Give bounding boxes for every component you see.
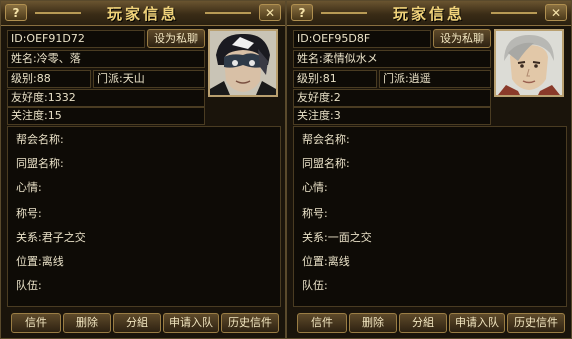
apply-team-button[interactable]: 申请入队 (449, 313, 505, 333)
player-info-window-left: ? 玩家信息 ✕ ID:OEF91D72 设为私聊 姓名:冷零、落 级别:88 … (0, 0, 286, 339)
mood-label: 心情: (302, 181, 328, 194)
mood-label: 心情: (16, 181, 42, 194)
apply-team-button[interactable]: 申请入队 (163, 313, 219, 333)
sect-label: 门派: (383, 72, 409, 85)
name-label: 姓名: (11, 52, 37, 65)
nickname-row: 称号: (16, 205, 42, 221)
level-value: 88 (36, 72, 51, 85)
mail-button[interactable]: 信件 (11, 313, 61, 333)
id-field: ID:OEF91D72 (7, 30, 145, 48)
name-label: 姓名: (297, 52, 323, 65)
friendliness-label: 友好度: (297, 91, 334, 104)
friendliness-value: 1332 (47, 91, 76, 104)
delete-button[interactable]: 删除 (63, 313, 111, 333)
alliance-row: 同盟名称: (16, 155, 64, 171)
player-info-window-right: ? 玩家信息 ✕ ID:OEF95D8F 设为私聊 姓名:柔情似水メ 级别:81… (286, 0, 572, 339)
friendliness-value: 2 (333, 91, 341, 104)
guild-label: 帮会名称: (302, 133, 350, 146)
relation-row: 关系:君子之交 (16, 229, 86, 245)
id-value: OEF91D72 (26, 32, 85, 45)
nickname-label: 称号: (16, 207, 42, 220)
level-field: 级别:81 (293, 70, 377, 88)
nickname-row: 称号: (302, 205, 328, 221)
mood-row: 心情: (16, 179, 42, 195)
sect-label: 门派: (97, 72, 123, 85)
name-field: 姓名:冷零、落 (7, 50, 205, 68)
title-bar[interactable]: ? 玩家信息 ✕ (287, 1, 571, 26)
id-value: OEF95D8F (312, 32, 371, 45)
location-value: 离线 (327, 255, 350, 268)
close-button[interactable]: ✕ (259, 4, 281, 21)
guild-row: 帮会名称: (16, 131, 64, 147)
avatar-portrait-icon (210, 31, 276, 95)
group-button[interactable]: 分組 (113, 313, 161, 333)
mail-button[interactable]: 信件 (297, 313, 347, 333)
relation-value: 君子之交 (41, 231, 86, 244)
location-label: 位置: (16, 255, 42, 268)
player-avatar (494, 29, 564, 97)
social-info-box: 帮会名称: 同盟名称: 心情: 称号: 关系:君子之交 位置:离线 队伍: (7, 126, 281, 307)
sect-field: 门派:天山 (93, 70, 205, 88)
level-value: 81 (322, 72, 337, 85)
delete-button[interactable]: 删除 (349, 313, 397, 333)
friendliness-label: 友好度: (11, 91, 48, 104)
set-private-chat-button[interactable]: 设为私聊 (433, 29, 491, 48)
player-avatar (208, 29, 278, 97)
alliance-label: 同盟名称: (16, 157, 64, 170)
guild-row: 帮会名称: (302, 131, 350, 147)
friendliness-field: 友好度:2 (293, 89, 491, 107)
window-title: 玩家信息 (106, 5, 179, 23)
level-label: 级别: (11, 72, 37, 85)
title-bar[interactable]: ? 玩家信息 ✕ (1, 1, 285, 26)
name-value: 柔情似水メ (322, 52, 378, 65)
social-info-box: 帮会名称: 同盟名称: 心情: 称号: 关系:一面之交 位置:离线 队伍: (293, 126, 567, 307)
location-label: 位置: (302, 255, 328, 268)
location-row: 位置:离线 (16, 253, 64, 269)
team-label: 队伍: (16, 279, 42, 292)
sect-field: 门派:逍遥 (379, 70, 491, 88)
relation-row: 关系:一面之交 (302, 229, 372, 245)
mood-row: 心情: (302, 179, 328, 195)
sect-value: 天山 (122, 72, 145, 85)
attention-field: 关注度:15 (7, 107, 205, 125)
level-field: 级别:88 (7, 70, 91, 88)
attention-label: 关注度: (11, 109, 48, 122)
alliance-row: 同盟名称: (302, 155, 350, 171)
id-label: ID: (11, 32, 27, 45)
close-button[interactable]: ✕ (545, 4, 567, 21)
attention-value: 15 (47, 109, 62, 122)
relation-label: 关系: (302, 231, 328, 244)
attention-label: 关注度: (297, 109, 334, 122)
history-mail-button[interactable]: 历史信件 (507, 313, 565, 333)
avatar-portrait-icon (496, 31, 562, 95)
team-row: 队伍: (302, 277, 328, 293)
sect-value: 逍遥 (408, 72, 431, 85)
team-row: 队伍: (16, 277, 42, 293)
friendliness-field: 友好度:1332 (7, 89, 205, 107)
name-value: 冷零、落 (36, 52, 81, 65)
id-label: ID: (297, 32, 313, 45)
alliance-label: 同盟名称: (302, 157, 350, 170)
name-field: 姓名:柔情似水メ (293, 50, 491, 68)
attention-value: 3 (333, 109, 341, 122)
location-row: 位置:离线 (302, 253, 350, 269)
location-value: 离线 (41, 255, 64, 268)
group-button[interactable]: 分組 (399, 313, 447, 333)
window-title: 玩家信息 (392, 5, 465, 23)
id-field: ID:OEF95D8F (293, 30, 431, 48)
relation-value: 一面之交 (327, 231, 372, 244)
set-private-chat-button[interactable]: 设为私聊 (147, 29, 205, 48)
nickname-label: 称号: (302, 207, 328, 220)
attention-field: 关注度:3 (293, 107, 491, 125)
team-label: 队伍: (302, 279, 328, 292)
guild-label: 帮会名称: (16, 133, 64, 146)
relation-label: 关系: (16, 231, 42, 244)
level-label: 级别: (297, 72, 323, 85)
history-mail-button[interactable]: 历史信件 (221, 313, 279, 333)
